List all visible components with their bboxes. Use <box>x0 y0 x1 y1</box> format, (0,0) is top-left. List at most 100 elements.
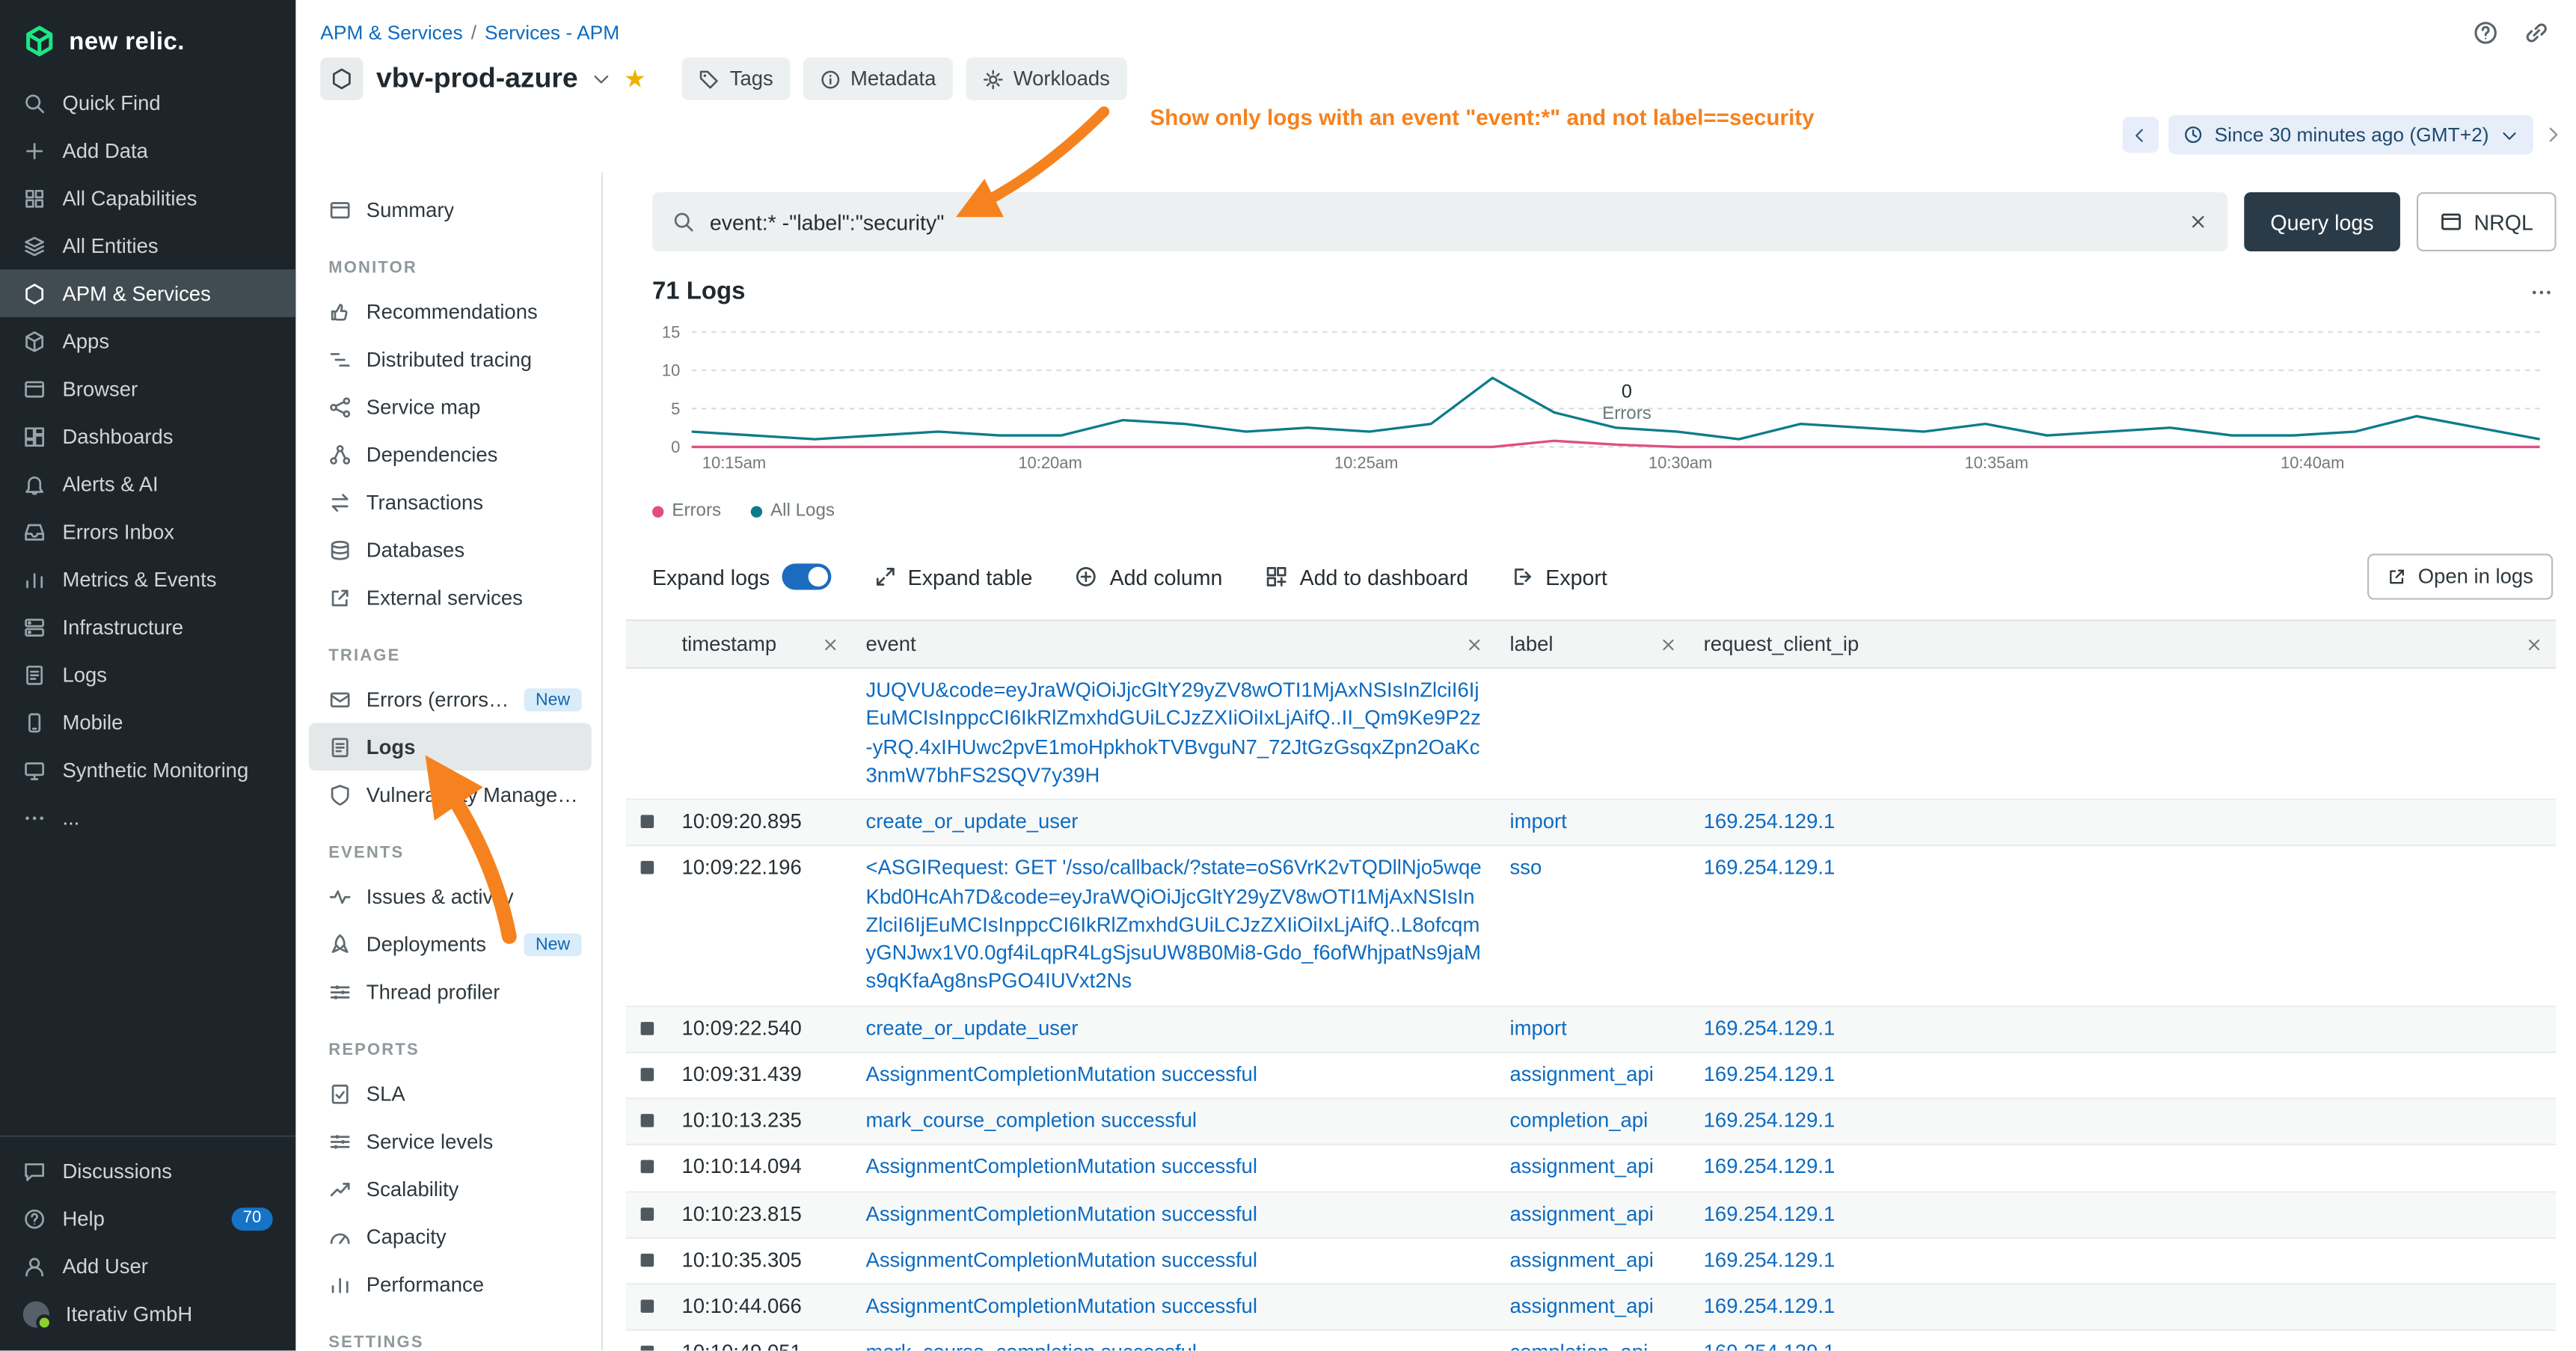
remove-column-timestamp-icon[interactable] <box>821 635 839 653</box>
nrql-button[interactable]: NRQL <box>2417 192 2557 251</box>
legend-errors[interactable]: Errors <box>652 501 721 521</box>
row-handle-icon[interactable] <box>641 1299 654 1313</box>
log-ip-link[interactable]: 169.254.129.1 <box>1704 1107 1836 1136</box>
sidebar-item-dashboards[interactable]: Dashboards <box>0 412 295 460</box>
log-ip-link[interactable]: 169.254.129.1 <box>1704 1154 1836 1182</box>
export-button[interactable]: Export <box>1511 564 1607 589</box>
row-handle-icon[interactable] <box>641 1207 654 1220</box>
row-handle-icon[interactable] <box>641 1253 654 1266</box>
log-event-link[interactable]: mark_course_completion successful <box>866 1107 1197 1136</box>
log-ip-link[interactable]: 169.254.129.1 <box>1704 1061 1836 1089</box>
row-handle-icon[interactable] <box>641 1160 654 1174</box>
log-label-link[interactable]: assignment_api <box>1509 1247 1653 1275</box>
log-ip-link[interactable]: 169.254.129.1 <box>1704 1014 1836 1043</box>
remove-column-ip-icon[interactable] <box>2525 635 2543 653</box>
column-header-event[interactable]: event <box>866 633 916 656</box>
log-label-link[interactable]: assignment_api <box>1509 1061 1653 1089</box>
sidebar-item-help[interactable]: Help70 <box>0 1195 295 1243</box>
log-event-link[interactable]: create_or_update_user <box>866 1014 1079 1043</box>
table-row[interactable]: JUQVU&code=eyJraWQiOiJjcGltY29yZV8wOTI1M… <box>626 669 2557 800</box>
log-ip-link[interactable]: 169.254.129.1 <box>1704 1247 1836 1275</box>
add-to-dashboard-button[interactable]: Add to dashboard <box>1266 564 1469 589</box>
log-ip-link[interactable]: 169.254.129.1 <box>1704 1293 1836 1322</box>
subnav-item-thread-profiler[interactable]: Thread profiler <box>309 968 592 1016</box>
sidebar-item-browser[interactable]: Browser <box>0 365 295 413</box>
table-row[interactable]: 10:09:20.895 create_or_update_user impor… <box>626 800 2557 847</box>
log-event-link[interactable]: AssignmentCompletionMutation successful <box>866 1061 1257 1089</box>
table-row[interactable]: 10:10:23.815 AssignmentCompletionMutatio… <box>626 1192 2557 1238</box>
sidebar-item-infrastructure[interactable]: Infrastructure <box>0 603 295 651</box>
log-event-link[interactable]: AssignmentCompletionMutation successful <box>866 1154 1257 1182</box>
newrelic-logo[interactable]: new relic. <box>0 0 295 79</box>
log-label-link[interactable]: import <box>1509 1014 1566 1043</box>
log-label-link[interactable]: sso <box>1509 855 1542 883</box>
entity-switcher-chevron-icon[interactable] <box>591 69 610 88</box>
subnav-item-service-map[interactable]: Service map <box>309 383 592 431</box>
sidebar-item-account[interactable]: Iterativ GmbH <box>0 1290 295 1338</box>
table-row[interactable]: 10:09:31.439 AssignmentCompletionMutatio… <box>626 1053 2557 1099</box>
breadcrumb-services-apm[interactable]: Services - APM <box>485 22 619 45</box>
expand-logs-toggle[interactable] <box>782 563 831 589</box>
sidebar-item-add-data[interactable]: Add Data <box>0 126 295 174</box>
log-event-link[interactable]: AssignmentCompletionMutation successful <box>866 1247 1257 1275</box>
open-in-logs-button[interactable]: Open in logs <box>2367 554 2554 599</box>
log-label-link[interactable]: assignment_api <box>1509 1154 1653 1182</box>
workloads-button[interactable]: Workloads <box>966 58 1126 100</box>
subnav-item-scalability[interactable]: Scalability <box>309 1165 592 1213</box>
log-label-link[interactable]: assignment_api <box>1509 1200 1653 1228</box>
sidebar-item-quick-find[interactable]: Quick Find <box>0 79 295 126</box>
subnav-item-errors-inbox[interactable]: Errors (errors inb...New <box>309 676 592 723</box>
subnav-item-dependencies[interactable]: Dependencies <box>309 430 592 478</box>
sidebar-item-metrics-events[interactable]: Metrics & Events <box>0 555 295 603</box>
row-handle-icon[interactable] <box>641 1114 654 1127</box>
tags-button[interactable]: Tags <box>682 58 790 100</box>
time-back-button[interactable] <box>2123 117 2159 153</box>
row-handle-icon[interactable] <box>641 861 654 874</box>
breadcrumb-apm-services[interactable]: APM & Services <box>320 22 462 45</box>
remove-column-label-icon[interactable] <box>1659 635 1677 653</box>
subnav-item-databases[interactable]: Databases <box>309 526 592 574</box>
log-label-link[interactable]: import <box>1509 809 1566 837</box>
add-column-button[interactable]: Add column <box>1075 564 1222 589</box>
sidebar-item-logs[interactable]: Logs <box>0 651 295 699</box>
sidebar-item-mobile[interactable]: Mobile <box>0 698 295 746</box>
log-label-link[interactable]: completion_api <box>1509 1107 1648 1136</box>
subnav-item-issues-activity[interactable]: Issues & activity <box>309 872 592 920</box>
remove-column-event-icon[interactable] <box>1465 635 1483 653</box>
log-ip-link[interactable]: 169.254.129.1 <box>1704 1340 1836 1351</box>
log-event-link[interactable]: AssignmentCompletionMutation successful <box>866 1200 1257 1228</box>
more-options-icon[interactable] <box>2530 280 2553 303</box>
logs-timeseries-chart[interactable]: 05101510:15am10:20am10:25am10:30am10:35a… <box>652 322 2557 481</box>
help-circle-icon[interactable] <box>2473 19 2499 46</box>
subnav-item-deployments[interactable]: DeploymentsNew <box>309 920 592 968</box>
subnav-item-vulnerability-management[interactable]: Vulnerability Management <box>309 771 592 818</box>
subnav-item-capacity[interactable]: Capacity <box>309 1213 592 1260</box>
subnav-item-sla[interactable]: SLA <box>309 1070 592 1118</box>
log-event-link[interactable]: mark_course_completion successful <box>866 1340 1197 1351</box>
table-row[interactable]: 10:10:44.066 AssignmentCompletionMutatio… <box>626 1285 2557 1332</box>
log-ip-link[interactable]: 169.254.129.1 <box>1704 1200 1836 1228</box>
log-ip-link[interactable]: 169.254.129.1 <box>1704 855 1836 883</box>
clear-query-button[interactable] <box>2189 212 2208 231</box>
time-picker[interactable]: Since 30 minutes ago (GMT+2) <box>2168 115 2533 155</box>
table-row[interactable]: 10:10:14.094 AssignmentCompletionMutatio… <box>626 1145 2557 1192</box>
subnav-item-external-services[interactable]: External services <box>309 574 592 622</box>
column-header-label[interactable]: label <box>1509 633 1553 656</box>
query-logs-button[interactable]: Query logs <box>2244 192 2399 251</box>
table-row[interactable]: 10:09:22.540 create_or_update_user impor… <box>626 1006 2557 1053</box>
metadata-button[interactable]: Metadata <box>803 58 952 100</box>
sidebar-item-all-capabilities[interactable]: All Capabilities <box>0 174 295 222</box>
subnav-item-summary[interactable]: Summary <box>309 186 592 233</box>
sidebar-item-alerts-ai[interactable]: Alerts & AI <box>0 460 295 508</box>
subnav-item-transactions[interactable]: Transactions <box>309 478 592 526</box>
time-forward-button[interactable] <box>2543 125 2563 144</box>
sidebar-item-more[interactable]: ... <box>0 794 295 842</box>
expand-table-button[interactable]: Expand table <box>874 564 1033 589</box>
row-handle-icon[interactable] <box>641 1346 654 1350</box>
subnav-item-performance[interactable]: Performance <box>309 1260 592 1308</box>
subnav-item-recommendations[interactable]: Recommendations <box>309 287 592 335</box>
subnav-item-logs[interactable]: Logs <box>309 723 592 771</box>
log-event-link[interactable]: AssignmentCompletionMutation successful <box>866 1293 1257 1322</box>
sidebar-item-apm-services[interactable]: APM & Services <box>0 269 295 317</box>
column-header-timestamp[interactable]: timestamp <box>682 633 777 656</box>
